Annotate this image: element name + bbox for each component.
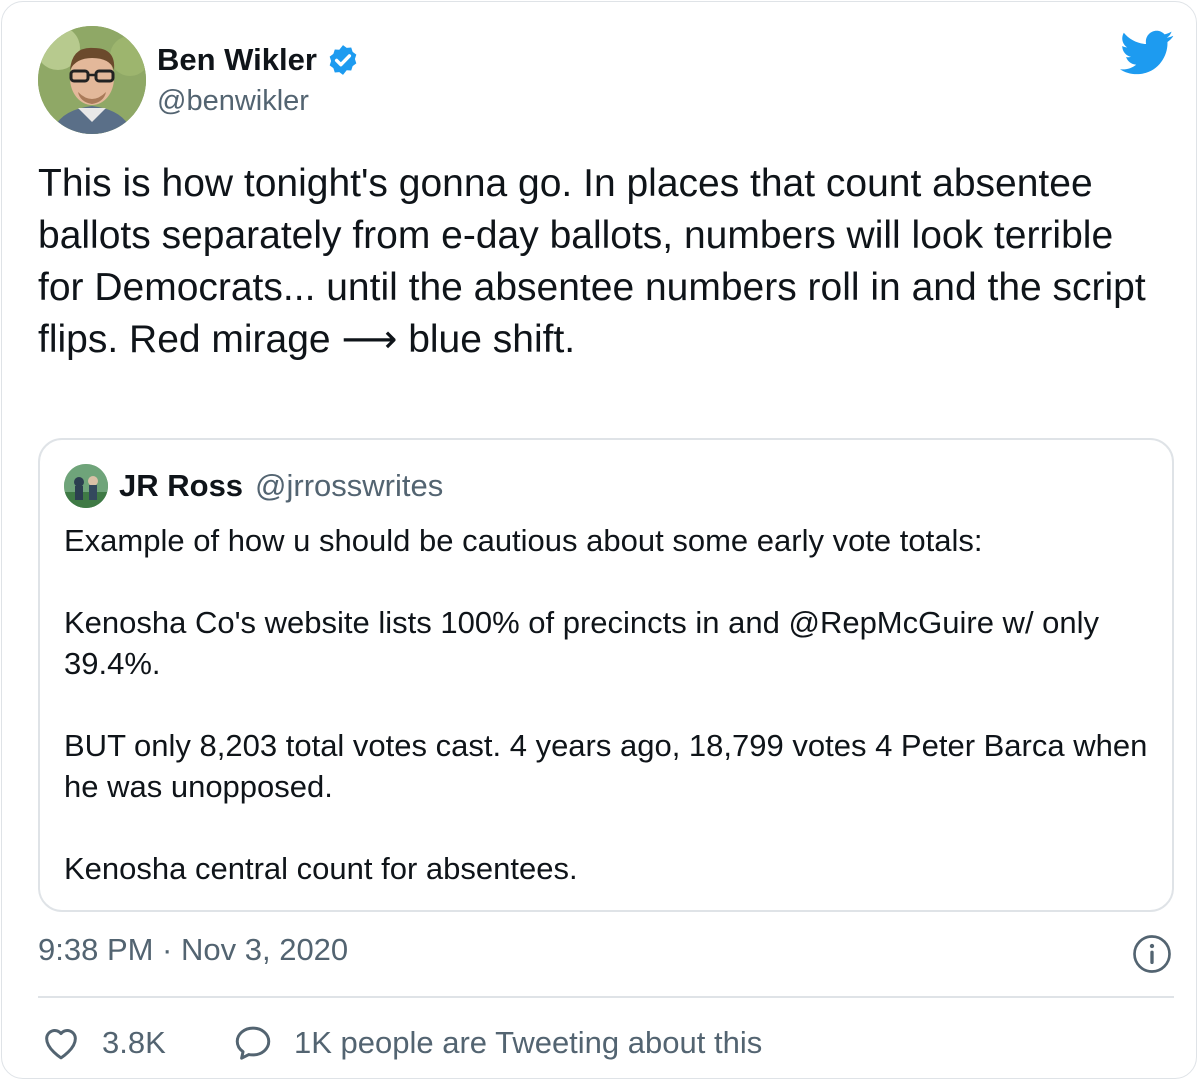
tweet-text: This is how tonight's gonna go. In place… [38, 162, 1146, 361]
quoted-author-handle[interactable]: @jrrosswrites [255, 468, 443, 504]
speech-bubble-icon [235, 1026, 271, 1060]
author-handle[interactable]: @benwikler [157, 85, 309, 118]
quoted-paragraph: Kenosha Co's website lists 100% of preci… [64, 605, 1100, 681]
like-count: 3.8K [102, 1025, 166, 1060]
twitter-bird-icon[interactable] [1120, 30, 1174, 76]
quoted-paragraph: Example of how u should be cautious abou… [64, 523, 983, 558]
heart-icon [45, 1029, 77, 1060]
tweet-timestamp[interactable]: 9:38 PM · Nov 3, 2020 [38, 932, 348, 968]
quoted-author-display-name[interactable]: JR Ross [119, 468, 243, 504]
quoted-author-avatar[interactable] [64, 464, 108, 508]
quoted-paragraph: Kenosha central count for absentees. [64, 851, 578, 886]
like-button[interactable]: 3.8K [40, 1022, 166, 1064]
info-icon[interactable] [1132, 934, 1172, 974]
author-display-name[interactable]: Ben Wikler [157, 42, 317, 78]
author-avatar[interactable] [38, 26, 146, 134]
conversation-button[interactable]: 1K people are Tweeting about this [232, 1022, 762, 1064]
author-photo-icon [38, 26, 146, 134]
quoted-tweet-text: Example of how u should be cautious abou… [64, 520, 1154, 889]
conversation-label: 1K people are Tweeting about this [294, 1025, 763, 1060]
quoted-author-header[interactable]: JR Ross @jrrosswrites [119, 468, 443, 504]
quoted-tweet[interactable]: JR Ross @jrrosswrites Example of how u s… [38, 438, 1174, 912]
divider [38, 996, 1174, 998]
author-name-row[interactable]: Ben Wikler [157, 42, 360, 78]
quoted-paragraph: BUT only 8,203 total votes cast. 4 years… [64, 728, 1148, 804]
quoted-author-photo-icon [64, 464, 108, 508]
verified-badge-icon [329, 45, 357, 75]
tweet-card: Ben Wikler @benwikler This is how tonigh… [1, 1, 1197, 1079]
